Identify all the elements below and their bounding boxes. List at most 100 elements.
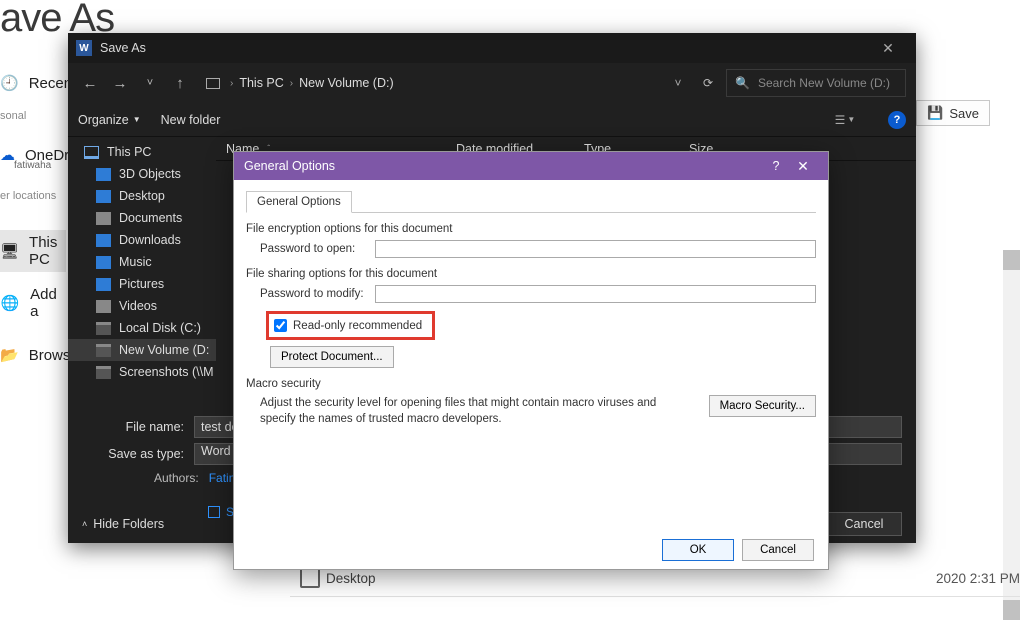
tree-node[interactable]: Pictures [68, 273, 216, 295]
tree-node-label: Local Disk (C:) [119, 321, 201, 335]
savetype-label: Save as type: [98, 447, 184, 461]
backstage-scrollbar[interactable] [1003, 250, 1020, 620]
dialog-titlebar[interactable]: General Options ? ✕ [234, 152, 828, 180]
macro-section-label: Macro security [246, 378, 816, 390]
help-button[interactable]: ? [764, 159, 788, 173]
folder-icon [96, 234, 111, 247]
backstage-onedrive[interactable]: ☁ OneDri fatiwaha [0, 134, 66, 176]
tree-node-label: Downloads [119, 233, 181, 247]
tree-node[interactable]: Desktop [68, 185, 216, 207]
button-label: Save [949, 106, 979, 121]
saveas-nav-bar: ← → ˅ ↑ › This PC › New Volume (D:) ˅ ⟳ … [68, 63, 916, 103]
ok-button[interactable]: OK [662, 539, 734, 561]
password-open-input[interactable] [375, 240, 816, 258]
close-icon[interactable]: ✕ [868, 40, 908, 57]
tree-node-label: Pictures [119, 277, 164, 291]
breadcrumb[interactable]: › This PC › New Volume (D:) [198, 69, 660, 97]
crumb-root[interactable]: This PC [239, 76, 283, 90]
tree-node[interactable]: Downloads [68, 229, 216, 251]
readonly-checkbox[interactable] [274, 319, 287, 332]
tree-node[interactable]: Videos [68, 295, 216, 317]
backstage-sidebar: 🕘 Recent ☁ OneDri fatiwaha 🖥 This PC 🌐 A… [0, 62, 66, 376]
tree-node[interactable]: Music [68, 251, 216, 273]
search-icon: 🔍 [735, 76, 750, 90]
folder-icon [96, 168, 111, 181]
cancel-button[interactable]: Cancel [742, 539, 814, 561]
folder-icon [300, 568, 320, 588]
folder-icon [96, 190, 111, 203]
macro-security-button[interactable]: Macro Security... [709, 395, 816, 417]
chevron-right-icon: › [230, 78, 233, 89]
folder-icon [96, 322, 111, 335]
backstage-recent[interactable]: 🕘 Recent [0, 62, 66, 104]
folder-icon [96, 256, 111, 269]
breadcrumb-history-button[interactable]: ˅ [666, 76, 690, 90]
general-options-dialog: General Options ? ✕ General Options File… [233, 151, 829, 570]
folder-tree[interactable]: This PC3D Objects Desktop Documents Downloa… [68, 137, 216, 405]
close-icon[interactable]: ✕ [788, 158, 818, 175]
macro-description: Adjust the security level for opening fi… [260, 395, 695, 427]
scroll-up-button[interactable] [1003, 250, 1020, 270]
tree-node[interactable]: 3D Objects [68, 163, 216, 185]
cancel-button[interactable]: Cancel [826, 512, 902, 536]
highlight-box: Read-only recommended [266, 311, 435, 340]
tree-node[interactable]: Documents [68, 207, 216, 229]
folder-open-icon: 📂 [0, 344, 19, 366]
encryption-section-label: File encryption options for this documen… [246, 223, 816, 235]
readonly-label: Read-only recommended [293, 320, 422, 332]
tree-node-label: Music [119, 255, 152, 269]
organize-menu[interactable]: Organize ▼ [78, 113, 141, 127]
view-options-button[interactable]: ☰ ▼ [832, 110, 858, 130]
hide-folders-button[interactable]: ˄ Hide Folders [82, 517, 164, 531]
chevron-up-icon: ˄ [82, 519, 87, 529]
dialog-title: General Options [244, 159, 335, 173]
backstage-add-place[interactable]: 🌐 Add a [0, 282, 66, 324]
newfolder-button[interactable]: New folder [161, 113, 221, 127]
backstage-folder-row[interactable]: Desktop 2020 2:31 PM [300, 568, 1020, 588]
refresh-button[interactable]: ⟳ [696, 76, 720, 90]
tree-node-label: Documents [119, 211, 182, 225]
up-button[interactable]: ↑ [168, 75, 192, 92]
recent-button[interactable]: ˅ [138, 77, 162, 89]
folder-icon [96, 366, 111, 379]
chevron-right-icon: › [290, 78, 293, 89]
tree-node-label: New Volume (D: [119, 343, 209, 357]
password-open-label: Password to open: [260, 243, 375, 255]
tree-node[interactable]: Local Disk (C:) [68, 317, 216, 339]
save-icon: 💾 [927, 105, 943, 121]
tree-node[interactable]: Screenshots (\\M [68, 361, 216, 383]
saveas-titlebar[interactable]: W Save As ✕ [68, 33, 916, 63]
nav-label: Add a [30, 286, 66, 320]
saveas-toolbar: Organize ▼ New folder ☰ ▼ ? [68, 103, 916, 137]
protect-document-button[interactable]: Protect Document... [270, 346, 394, 368]
globe-plus-icon: 🌐 [0, 292, 20, 314]
backstage-save-button[interactable]: 💾 Save [916, 100, 990, 126]
password-modify-input[interactable] [375, 285, 816, 303]
backstage-browse[interactable]: 📂 Browse [0, 334, 66, 376]
forward-button[interactable]: → [108, 75, 132, 92]
tree-node-label: Desktop [119, 189, 165, 203]
button-label: Hide Folders [93, 517, 164, 531]
tree-node[interactable]: New Volume (D: [68, 339, 216, 361]
tree-node[interactable]: This PC [68, 141, 216, 163]
help-button[interactable]: ? [888, 111, 906, 129]
folder-icon [96, 344, 111, 357]
scroll-down-button[interactable] [1003, 600, 1020, 620]
folder-date: 2020 2:31 PM [936, 571, 1020, 586]
word-app-icon: W [76, 40, 92, 56]
onedrive-account: fatiwaha [14, 160, 51, 171]
nav-label: This PC [29, 234, 66, 268]
monitor-icon: 🖥 [0, 240, 19, 262]
crumb-folder[interactable]: New Volume (D:) [299, 76, 393, 90]
password-modify-label: Password to modify: [260, 288, 375, 300]
folder-icon [96, 300, 111, 313]
search-input[interactable]: 🔍 Search New Volume (D:) [726, 69, 906, 97]
backstage-thispc[interactable]: 🖥 This PC [0, 230, 66, 272]
back-button[interactable]: ← [78, 75, 102, 92]
tree-node-label: Screenshots (\\M [119, 365, 213, 379]
divider [290, 596, 1020, 597]
tab-general-options[interactable]: General Options [246, 191, 352, 213]
clock-icon: 🕘 [0, 72, 19, 94]
dialog-title: Save As [100, 41, 146, 55]
folder-icon [96, 278, 111, 291]
